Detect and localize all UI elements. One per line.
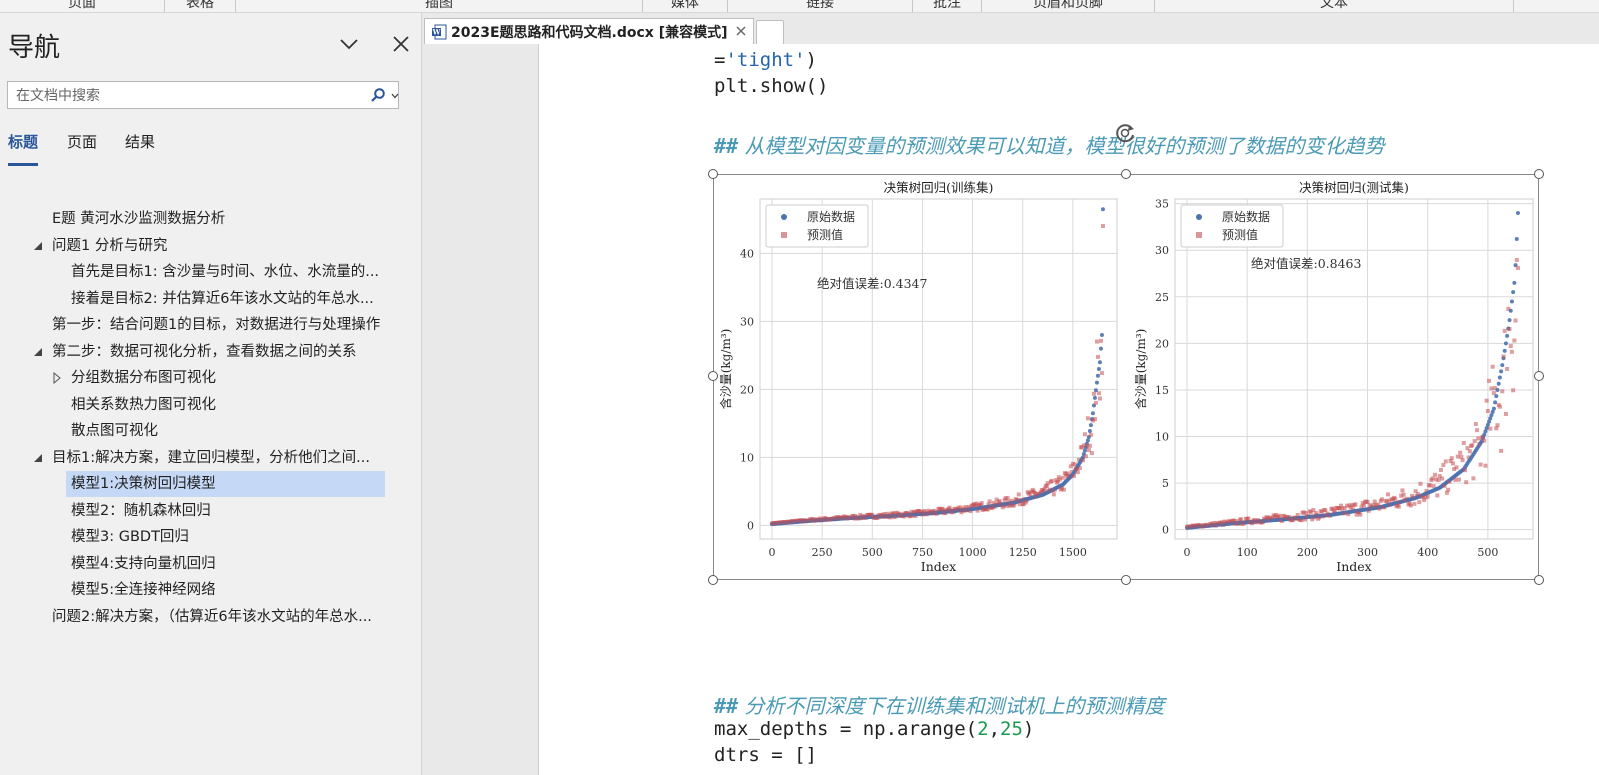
nav-heading-label: 分组数据分布图可视化: [71, 370, 216, 386]
close-icon[interactable]: [390, 33, 412, 55]
nav-heading-label: 首先是目标1: 含沙量与时间、水位、水流量的...: [71, 264, 380, 280]
code-line[interactable]: max_depths = np.arange(2,25): [714, 718, 1034, 740]
document-tab-bar: W 2023E题思路和代码文档.docx [兼容模式]: [422, 13, 1599, 44]
nav-heading-item[interactable]: 散点图可视化: [0, 418, 421, 444]
code-line[interactable]: ='tight'): [714, 49, 817, 71]
nav-heading-label: 模型2：随机森林回归: [71, 502, 211, 519]
nav-heading-item[interactable]: E题 黄河水沙监测数据分析: [0, 206, 421, 232]
search-icon[interactable]: [370, 87, 386, 103]
ribbon-group-media[interactable]: 媒体: [643, 0, 728, 12]
code-line[interactable]: plt.show(): [714, 75, 828, 97]
comment-hash: ##: [714, 134, 739, 158]
resize-handle[interactable]: [1534, 169, 1544, 179]
search-box: [7, 81, 400, 110]
resize-handle[interactable]: [1121, 169, 1131, 179]
code-line[interactable]: dtrs = []: [714, 744, 817, 766]
nav-heading-item[interactable]: 问题2:解决方案，（估算近6年该水文站的年总水...: [0, 604, 421, 630]
nav-heading-item[interactable]: 目标1:解决方案，建立回归模型，分析他们之间...: [0, 445, 421, 471]
nav-heading-item[interactable]: 相关系数热力图可视化: [0, 392, 421, 418]
nav-heading-item[interactable]: 模型1:决策树回归模型: [66, 471, 385, 497]
tab-results[interactable]: 结果: [125, 131, 155, 152]
chart-image[interactable]: 0 250 500 750 1000 1250 1500 0 10 20 30 40 决策树回归(训练集…: [708, 169, 1544, 585]
code-text: max_depths = np.arange(: [714, 718, 978, 740]
image-selection-border: [713, 174, 1539, 580]
code-text: ): [1022, 718, 1035, 740]
resize-handle[interactable]: [1534, 575, 1544, 585]
nav-title: 导航: [8, 33, 61, 63]
code-number: 2: [977, 718, 989, 740]
rotate-handle-icon[interactable]: [1112, 120, 1138, 146]
document-tab-label: 2023E题思路和代码文档.docx [兼容模式]: [451, 25, 728, 41]
expanded-triangle-icon[interactable]: [32, 346, 44, 358]
nav-heading-label: 模型1:决策树回归模型: [71, 476, 216, 492]
resize-handle[interactable]: [1121, 575, 1131, 585]
nav-heading-label: 第二步：数据可视化分析，查看数据之间的关系: [52, 343, 357, 360]
chevron-down-icon[interactable]: [338, 33, 360, 55]
new-tab-button[interactable]: [756, 20, 784, 44]
nav-heading-label: 散点图可视化: [71, 423, 158, 439]
tab-headings[interactable]: 标题: [8, 131, 39, 166]
ribbon-group-tables[interactable]: 表格: [165, 0, 236, 12]
tab-pages[interactable]: 页面: [67, 131, 97, 152]
search-input[interactable]: [14, 82, 368, 110]
nav-heading-item[interactable]: 接着是目标2: 并估算近6年该水文站的年总水...: [0, 286, 421, 312]
nav-heading-item[interactable]: 分组数据分布图可视化: [0, 365, 421, 391]
nav-heading-label: 模型5:全连接神经网络: [71, 582, 216, 598]
resize-handle[interactable]: [1534, 371, 1544, 381]
nav-heading-item[interactable]: 问题1 分析与研究: [0, 233, 421, 259]
ribbon-group-text[interactable]: 文本: [1155, 0, 1514, 12]
word-document-icon: W: [432, 24, 447, 40]
nav-heading-label: 模型4:支持向量机回归: [71, 555, 216, 572]
nav-heading-item[interactable]: 第二步：数据可视化分析，查看数据之间的关系: [0, 339, 421, 365]
nav-heading-item[interactable]: 模型5:全连接神经网络: [0, 577, 421, 603]
code-comment[interactable]: ## 分析不同深度下在训练集和测试机上的预测精度: [714, 690, 1164, 719]
comment-text: 分析不同深度下在训练集和测试机上的预测精度: [738, 694, 1165, 718]
expanded-triangle-icon[interactable]: [32, 240, 44, 252]
ribbon-group-labels: 页面 表格 插图 媒体 链接 批注 页眉和页脚 文本: [0, 0, 1599, 13]
nav-heading-item[interactable]: 第一步：结合问题1的目标，对数据进行与处理操作: [0, 312, 421, 338]
code-text: ): [805, 49, 817, 71]
nav-heading-item[interactable]: 模型4:支持向量机回归: [0, 551, 421, 577]
nav-heading-label: 目标1:解决方案，建立回归模型，分析他们之间...: [52, 449, 370, 466]
code-text: =: [714, 49, 726, 71]
expanded-triangle-icon[interactable]: [32, 452, 44, 464]
nav-heading-label: 问题1 分析与研究: [52, 237, 168, 254]
nav-heading-label: 接着是目标2: 并估算近6年该水文站的年总水...: [71, 290, 374, 307]
nav-heading-item[interactable]: 模型2：随机森林回归: [0, 498, 421, 524]
nav-heading-item[interactable]: 模型3: GBDT回归: [0, 524, 421, 550]
document-tab[interactable]: W 2023E题思路和代码文档.docx [兼容模式]: [424, 18, 754, 44]
code-comment[interactable]: ## 从模型对因变量的预测效果可以知道，模型很好的预测了数据的变化趋势: [714, 130, 1384, 159]
nav-heading-label: 问题2:解决方案，（估算近6年该水文站的年总水...: [52, 608, 372, 625]
nav-heading-label: 相关系数热力图可视化: [71, 396, 216, 413]
resize-handle[interactable]: [708, 371, 718, 381]
code-text: ,: [988, 718, 1001, 740]
comment-hash: ##: [714, 694, 739, 718]
svg-text:W: W: [432, 28, 441, 37]
nav-heading-label: E题 黄河水沙监测数据分析: [52, 211, 226, 227]
resize-handle[interactable]: [708, 169, 718, 179]
comment-text: 从模型对因变量的预测效果可以知道，模型很好的预测了数据的变化趋势: [738, 134, 1385, 158]
code-number: 25: [1000, 718, 1023, 740]
nav-heading-item[interactable]: 首先是目标1: 含沙量与时间、水位、水流量的...: [0, 259, 421, 285]
ribbon-group-header-footer[interactable]: 页眉和页脚: [982, 0, 1155, 12]
nav-heading-label: 模型3: GBDT回归: [71, 529, 189, 545]
ribbon-group-comments[interactable]: 批注: [913, 0, 982, 12]
nav-heading-label: 第一步：结合问题1的目标，对数据进行与处理操作: [52, 317, 381, 333]
code-string: 'tight': [725, 49, 806, 71]
search-options-chevron-icon[interactable]: [390, 91, 400, 101]
close-icon[interactable]: [735, 25, 747, 37]
ribbon-group-illustrations[interactable]: 插图: [236, 0, 643, 12]
ribbon-group-links[interactable]: 链接: [728, 0, 913, 12]
collapsed-triangle-icon[interactable]: [51, 372, 63, 384]
ribbon-group-pages[interactable]: 页面: [0, 0, 165, 12]
navigation-pane: 导航 标题 页面 结果 E题 黄河水沙监测数据分析问题1 分析与研究首先是目标1…: [0, 13, 422, 775]
resize-handle[interactable]: [708, 575, 718, 585]
